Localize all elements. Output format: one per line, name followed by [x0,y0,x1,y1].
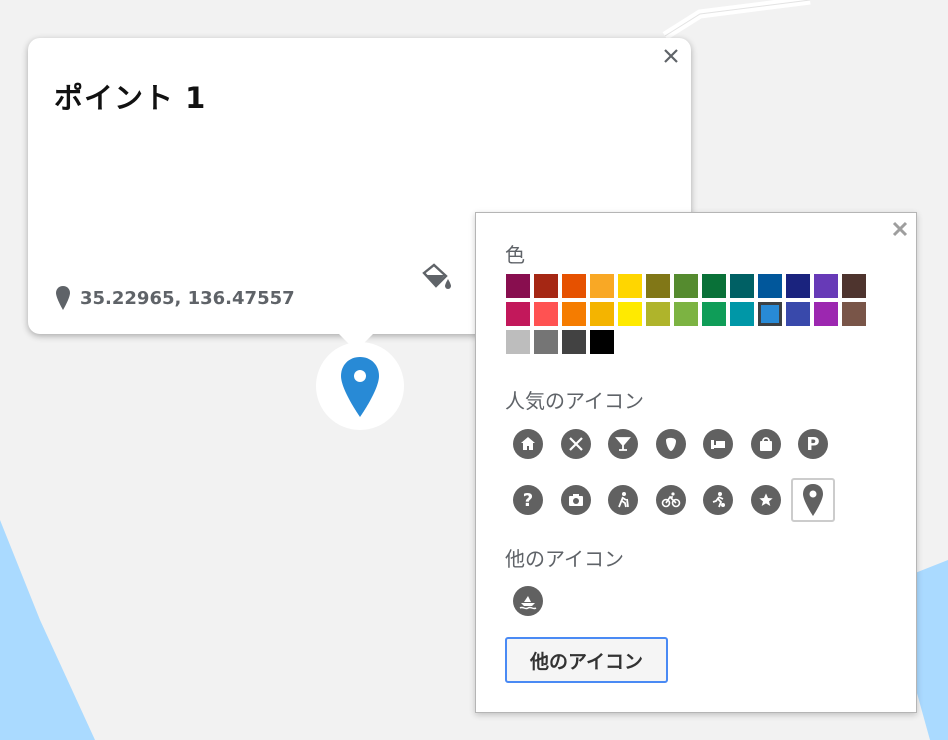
popular-icons-grid: P ? [506,422,866,522]
hiking-icon [618,492,629,508]
color-swatch[interactable] [590,302,614,326]
icon-option-shopping[interactable] [744,422,788,466]
other-icons-label: 他のアイコン [505,547,624,571]
color-swatch[interactable] [562,330,586,354]
icon-option-cycling[interactable] [649,478,693,522]
restaurant-icon [568,437,583,451]
icon-option-boat[interactable] [506,579,550,623]
shopping-icon [759,437,772,451]
color-swatch[interactable] [758,274,782,298]
cafe-icon [665,437,676,451]
cycling-icon [661,492,680,508]
home-icon [521,437,535,450]
style-picker-panel: 色 人気のアイコン P ? 他のアイコン 他のアイコン [475,212,917,713]
bar-icon [615,437,631,451]
location-pin-icon[interactable] [338,355,382,419]
location-pin-icon [803,484,823,516]
camera-icon [568,494,583,506]
color-swatch[interactable] [674,274,698,298]
color-swatch[interactable] [814,274,838,298]
color-swatch[interactable] [814,302,838,326]
color-swatch[interactable] [702,302,726,326]
icon-option-help[interactable]: ? [506,478,550,522]
color-swatch[interactable] [646,274,670,298]
hotel-icon [711,440,725,449]
star-icon [758,493,773,506]
color-swatch[interactable] [562,274,586,298]
close-icon[interactable] [890,219,910,239]
icon-option-camera[interactable] [554,478,598,522]
icon-option-cafe[interactable] [649,422,693,466]
icon-option-running[interactable] [696,478,740,522]
close-icon[interactable] [661,46,681,66]
color-swatches [506,274,871,354]
icon-option-star[interactable] [744,478,788,522]
boat-icon [519,596,537,610]
color-swatch[interactable] [590,274,614,298]
more-icons-button[interactable]: 他のアイコン [505,637,668,683]
paint-bucket-icon[interactable] [420,263,458,295]
color-swatch[interactable] [674,302,698,326]
icon-option-restaurant[interactable] [554,422,598,466]
color-swatch[interactable] [506,330,530,354]
color-swatch[interactable] [562,302,586,326]
color-swatch[interactable] [534,274,558,298]
color-swatch[interactable] [758,302,782,326]
color-swatch[interactable] [534,330,558,354]
color-swatch[interactable] [618,302,642,326]
icon-option-bar[interactable] [601,422,645,466]
color-swatch[interactable] [786,302,810,326]
point-title[interactable]: ポイント 1 [54,75,206,117]
color-swatch[interactable] [618,274,642,298]
color-swatch[interactable] [786,274,810,298]
coordinates-text: 35.22965, 136.47557 [80,287,295,309]
color-swatch[interactable] [730,274,754,298]
color-swatch[interactable] [590,330,614,354]
popular-icons-label: 人気のアイコン [505,389,644,413]
icon-option-hiking[interactable] [601,478,645,522]
color-swatch[interactable] [506,302,530,326]
coordinates: 35.22965, 136.47557 [56,286,295,310]
color-swatch[interactable] [506,274,530,298]
color-swatch[interactable] [842,302,866,326]
color-swatch[interactable] [702,274,726,298]
icon-option-hotel[interactable] [696,422,740,466]
color-swatch[interactable] [646,302,670,326]
color-section-label: 色 [505,243,525,267]
running-icon [712,492,725,508]
icon-option-pin[interactable] [791,478,835,522]
location-pin-icon [56,286,70,310]
color-swatch[interactable] [842,274,866,298]
color-swatch[interactable] [730,302,754,326]
icon-option-home[interactable] [506,422,550,466]
color-swatch[interactable] [534,302,558,326]
icon-option-parking[interactable]: P [791,422,835,466]
